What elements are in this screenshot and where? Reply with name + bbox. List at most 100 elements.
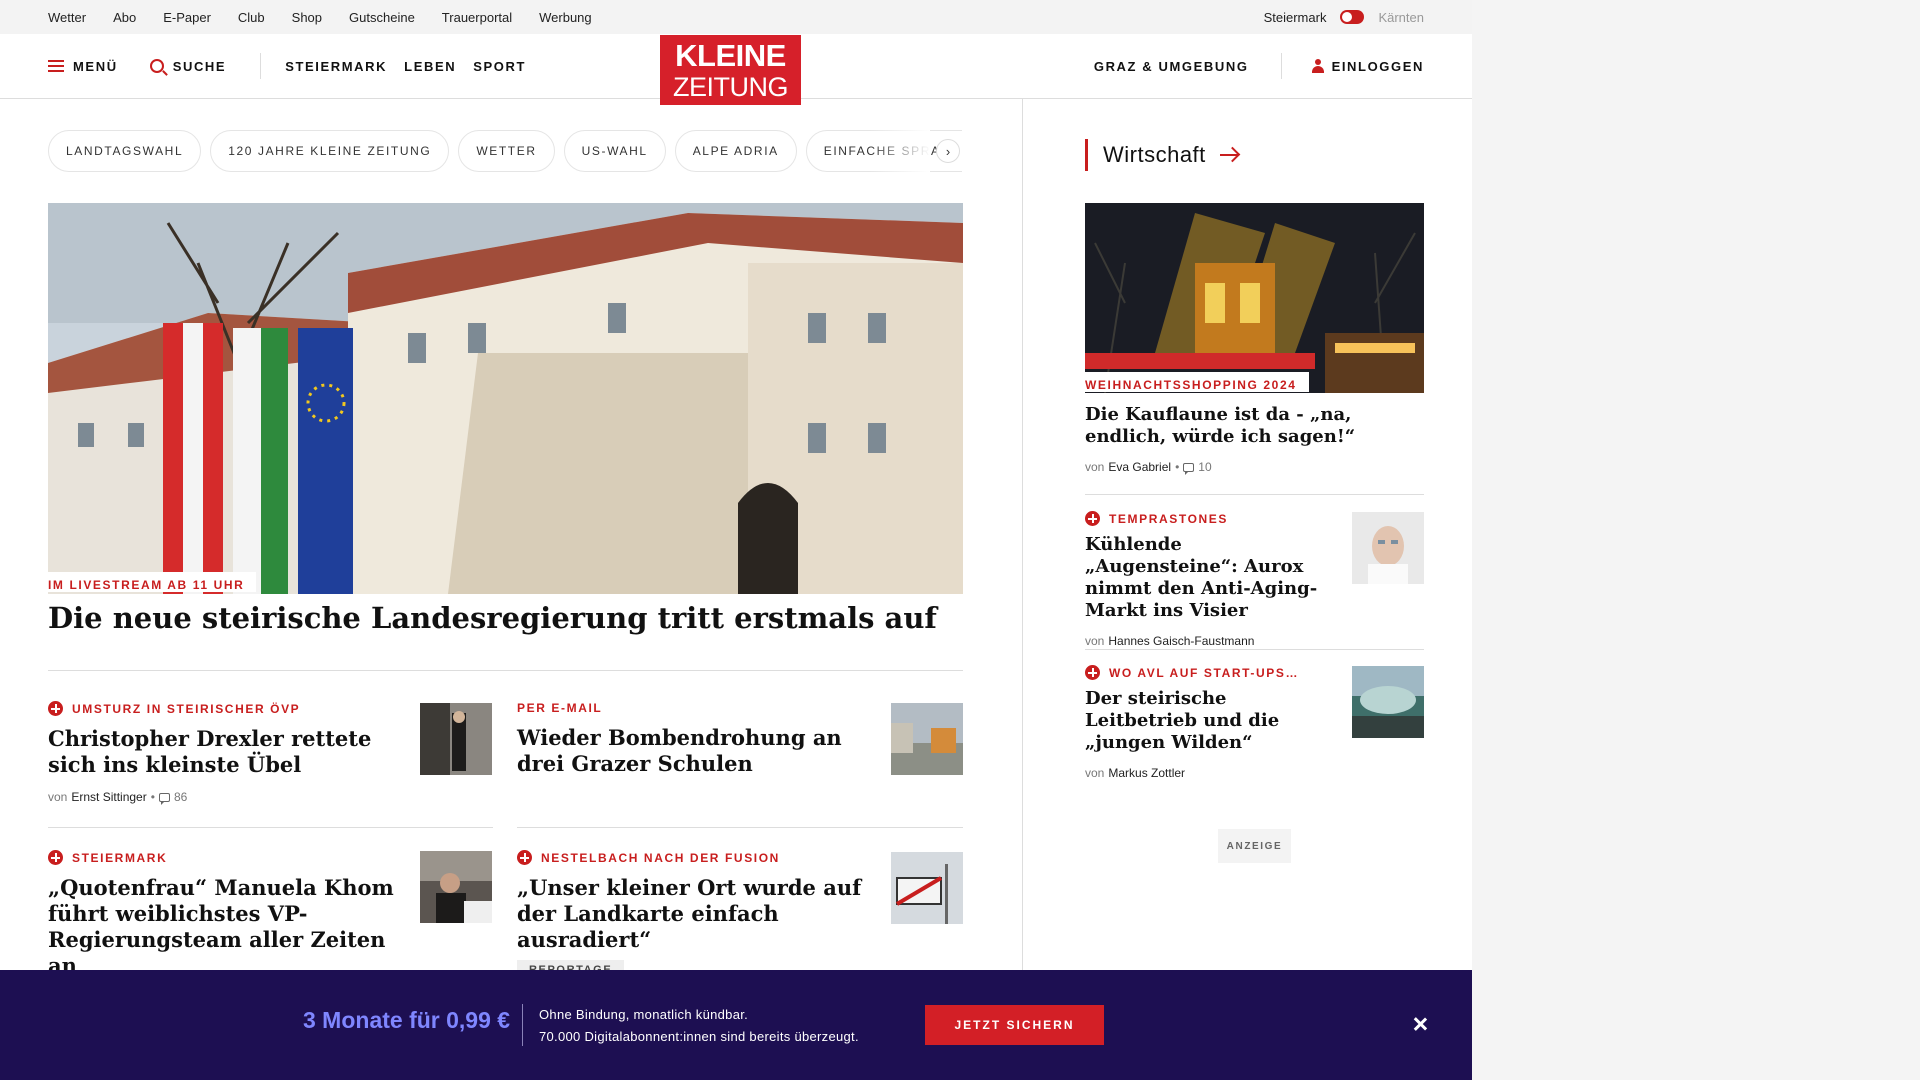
- search-label: SUCHE: [172, 58, 227, 74]
- nav-leben[interactable]: LEBEN: [404, 59, 456, 74]
- author-name[interactable]: Ernst Sittinger: [71, 790, 146, 804]
- comment-icon: [158, 792, 170, 805]
- sidebar-lead-image[interactable]: [1085, 203, 1424, 393]
- plus-icon: [1085, 511, 1100, 526]
- tags-fade: [870, 130, 930, 172]
- utility-link-epaper[interactable]: E-Paper: [163, 10, 211, 25]
- article-thumbnail[interactable]: [420, 851, 492, 923]
- article-thumbnail[interactable]: [891, 852, 963, 924]
- user-icon: [1311, 59, 1324, 73]
- region-link[interactable]: GRAZ & UMGEBUNG: [1094, 59, 1249, 74]
- region-toggle[interactable]: [1340, 10, 1365, 24]
- kicker-text: TEMPRASTONES: [1109, 511, 1228, 526]
- sidebar-lead-article[interactable]: Die Kauflaune ist da - „na, endlich, wür…: [1085, 396, 1424, 475]
- tag-wetter[interactable]: WETTER: [458, 130, 555, 172]
- author-name[interactable]: Markus Zottler: [1108, 766, 1185, 780]
- article-kicker: WO AVL AUF START-UPS…: [1085, 665, 1325, 680]
- article-meta: von Hannes Gaisch-Faustmann: [1085, 634, 1325, 648]
- article-thumbnail[interactable]: [420, 703, 492, 775]
- tag-120-jahre[interactable]: 120 JAHRE KLEINE ZEITUNG: [210, 130, 450, 172]
- article-meta: von Eva Gabriel • 10: [1085, 460, 1424, 475]
- lead-headline[interactable]: Die neue steirische Landesregierung trit…: [48, 600, 963, 636]
- promo-text: Ohne Bindung, monatlich kündbar. 70.000 …: [539, 1004, 859, 1048]
- comment-icon: [1183, 462, 1195, 475]
- article-title[interactable]: Kühlende „Augensteine“: Aurox nimmt den …: [1085, 534, 1325, 622]
- search-icon: [149, 59, 164, 73]
- hamburger-icon: [48, 60, 64, 72]
- header-divider-right: [1280, 53, 1282, 79]
- comment-count[interactable]: 10: [1198, 460, 1211, 474]
- utility-link-werbung[interactable]: Werbung: [539, 10, 592, 25]
- utility-link-shop[interactable]: Shop: [292, 10, 322, 25]
- login-button[interactable]: EINLOGGEN: [1311, 58, 1424, 74]
- utility-links: Wetter Abo E-Paper Club Shop Gutscheine …: [48, 0, 619, 34]
- article-title[interactable]: Die Kauflaune ist da - „na, endlich, wür…: [1085, 404, 1424, 448]
- divider: [48, 827, 493, 828]
- article-card[interactable]: NESTELBACH NACH DER FUSION „Unser kleine…: [517, 850, 897, 953]
- article-kicker: NESTELBACH NACH DER FUSION: [517, 850, 897, 865]
- region-steiermark[interactable]: Steiermark: [1264, 10, 1327, 25]
- divider: [1085, 649, 1424, 650]
- subscription-promo-bar: 3 Monate für 0,99 € Ohne Bindung, monatl…: [0, 970, 1472, 1080]
- logo-line-2: ZEITUNG: [673, 72, 789, 102]
- divider: [517, 827, 963, 828]
- kicker-text: STEIERMARK: [72, 850, 168, 865]
- logo-line-1: KLEINE: [675, 38, 786, 73]
- article-kicker: STEIERMARK: [48, 850, 398, 865]
- utility-link-club[interactable]: Club: [238, 10, 265, 25]
- author-name[interactable]: Hannes Gaisch-Faustmann: [1108, 634, 1254, 648]
- kicker-text: UMSTURZ IN STEIRISCHER ÖVP: [72, 701, 301, 716]
- plus-icon: [48, 850, 63, 865]
- utility-link-gutscheine[interactable]: Gutscheine: [349, 10, 415, 25]
- region-kaernten[interactable]: Kärnten: [1378, 10, 1424, 25]
- kleine-zeitung-logo[interactable]: KLEINE ZEITUNG: [660, 35, 801, 105]
- promo-line-2: 70.000 Digitalabonnent:innen sind bereit…: [539, 1029, 859, 1044]
- utility-link-trauerportal[interactable]: Trauerportal: [442, 10, 512, 25]
- sidebar-kicker-box: WEIHNACHTSSHOPPING 2024: [1085, 372, 1309, 392]
- article-title[interactable]: Christopher Drexler rettete sich ins kle…: [48, 726, 388, 778]
- article-title[interactable]: „Unser kleiner Ort wurde auf der Landkar…: [517, 875, 897, 953]
- sidebar-article[interactable]: WO AVL AUF START-UPS… Der steirische Lei…: [1085, 665, 1325, 780]
- menu-label: MENÜ: [73, 58, 118, 74]
- tag-alpe-adria[interactable]: ALPE ADRIA: [674, 130, 797, 172]
- kicker-text: PER E-MAIL: [517, 701, 603, 715]
- utility-link-wetter[interactable]: Wetter: [48, 10, 86, 25]
- byline-prefix: von: [1085, 634, 1105, 648]
- author-name[interactable]: Eva Gabriel: [1108, 460, 1171, 474]
- article-title[interactable]: „Quotenfrau“ Manuela Khom führt weiblich…: [48, 875, 398, 979]
- search-button[interactable]: SUCHE: [149, 58, 227, 74]
- christmas-market-photo: [1085, 203, 1424, 393]
- promo-divider: [522, 1004, 523, 1046]
- article-thumbnail[interactable]: [891, 703, 963, 775]
- article-title[interactable]: Wieder Bombendrohung an drei Grazer Schu…: [517, 725, 857, 777]
- sidebar-thumbnail[interactable]: [1352, 666, 1424, 738]
- article-title[interactable]: Der steirische Leitbetrieb und die „jung…: [1085, 688, 1325, 754]
- sidebar-thumbnail[interactable]: [1352, 512, 1424, 584]
- login-label: EINLOGGEN: [1331, 58, 1424, 74]
- section-heading-text: Wirtschaft: [1103, 142, 1206, 167]
- utility-link-abo[interactable]: Abo: [113, 10, 136, 25]
- tag-us-wahl[interactable]: US-WAHL: [563, 130, 666, 172]
- subscribe-button[interactable]: JETZT SICHERN: [925, 1005, 1104, 1045]
- article-kicker: TEMPRASTONES: [1085, 511, 1325, 526]
- nav-sport[interactable]: SPORT: [473, 59, 526, 74]
- section-heading-wirtschaft[interactable]: Wirtschaft: [1085, 138, 1238, 172]
- header-divider: [260, 53, 262, 79]
- tags-next-button[interactable]: ›: [936, 139, 960, 163]
- article-card[interactable]: UMSTURZ IN STEIRISCHER ÖVP Christopher D…: [48, 701, 388, 805]
- article-card[interactable]: PER E-MAIL Wieder Bombendrohung an drei …: [517, 701, 857, 777]
- article-kicker: PER E-MAIL: [517, 701, 857, 715]
- promo-line-1: Ohne Bindung, monatlich kündbar.: [539, 1007, 749, 1022]
- article-card[interactable]: STEIERMARK „Quotenfrau“ Manuela Khom füh…: [48, 850, 398, 979]
- nav-steiermark[interactable]: STEIERMARK: [285, 59, 387, 74]
- plus-icon: [1085, 665, 1100, 680]
- byline-prefix: von: [48, 790, 68, 804]
- comment-count[interactable]: 86: [174, 790, 187, 804]
- sidebar-article[interactable]: TEMPRASTONES Kühlende „Augensteine“: Aur…: [1085, 511, 1325, 648]
- close-icon[interactable]: [1411, 1015, 1429, 1033]
- lead-image[interactable]: [48, 203, 963, 594]
- tag-landtagswahl[interactable]: LANDTAGSWAHL: [48, 130, 202, 172]
- region-switch: Steiermark Kärnten: [1264, 0, 1424, 34]
- menu-button[interactable]: MENÜ: [48, 59, 118, 74]
- lead-photo-graz-landhaus: [48, 203, 963, 594]
